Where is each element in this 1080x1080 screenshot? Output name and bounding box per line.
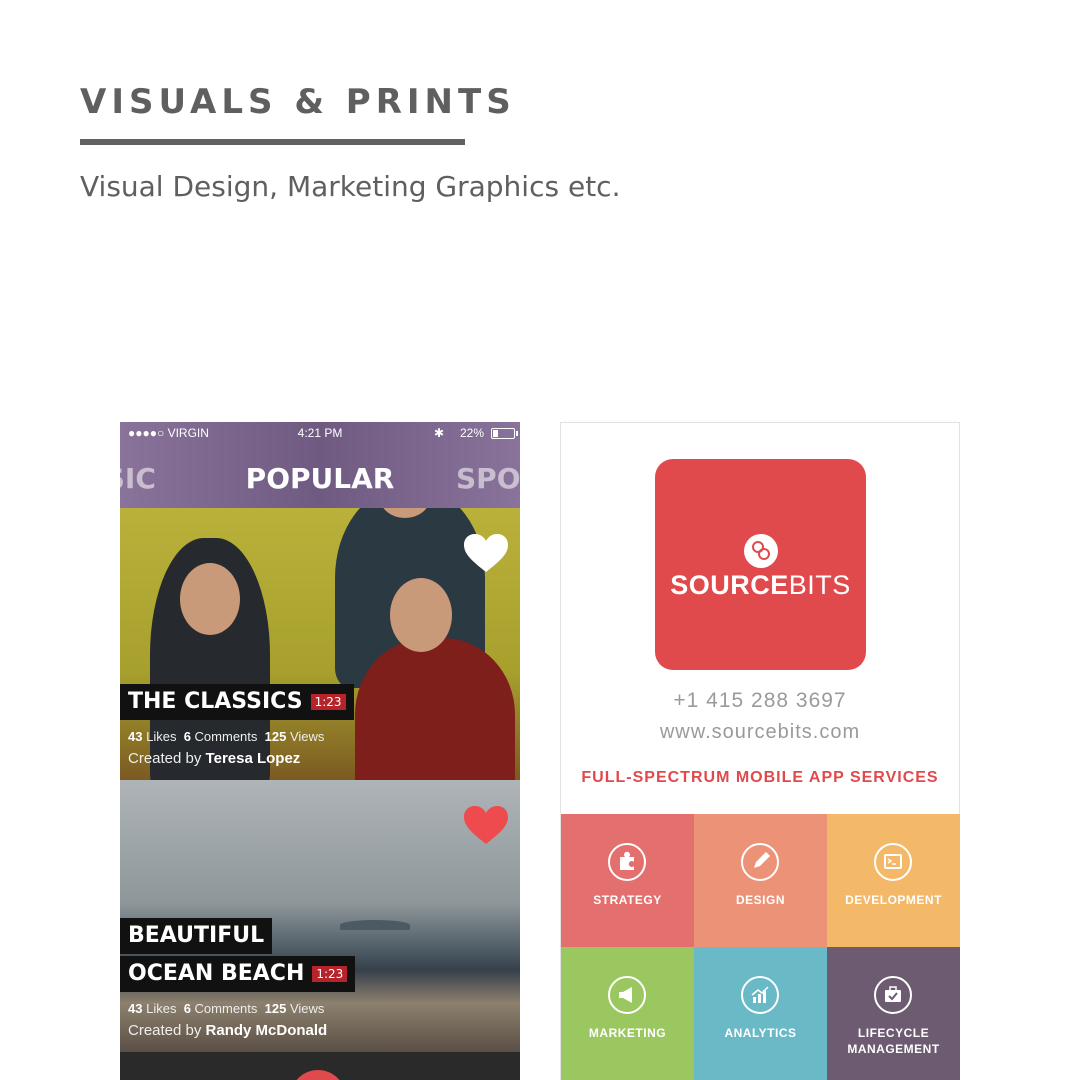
card-title: THE CLASSICS 1:23 (120, 684, 354, 720)
photo-figure (180, 563, 240, 635)
service-tile-design[interactable]: DESIGN (694, 814, 827, 947)
views-count: 125 (264, 1001, 287, 1016)
comments-label: Comments (194, 729, 258, 744)
brand-logo-tile: SOURCEBITS (655, 459, 866, 670)
video-card-partial[interactable] (120, 1052, 520, 1080)
comments-count: 6 (183, 1001, 191, 1016)
chart-icon (741, 976, 779, 1014)
brand-name: SOURCEBITS (655, 570, 866, 601)
section-title: VISUALS & PRINTS (80, 82, 516, 122)
sourcebits-business-card: SOURCEBITS +1 415 288 3697 www.sourcebit… (560, 422, 960, 1080)
terminal-icon (874, 843, 912, 881)
video-card-classics[interactable]: THE CLASSICS 1:23 43 Likes 6 Comments 125… (120, 508, 520, 780)
service-label: LIFECYCLE MANAGEMENT (847, 1026, 940, 1056)
views-label: Views (289, 1001, 325, 1016)
likes-count: 43 (128, 729, 143, 744)
views-count: 125 (264, 729, 287, 744)
comments-count: 6 (183, 729, 191, 744)
puzzle-icon (608, 843, 646, 881)
likes-count: 43 (128, 1001, 143, 1016)
created-by-label: Created by (128, 750, 202, 767)
contact-website[interactable]: www.sourcebits.com (561, 721, 959, 744)
service-label: ANALYTICS (724, 1026, 797, 1040)
card-title-line1: BEAUTIFUL (120, 918, 273, 954)
duration-badge: 1:23 (310, 694, 346, 710)
section-subtitle: Visual Design, Marketing Graphics etc. (80, 170, 621, 203)
likes-label: Likes (146, 729, 177, 744)
service-tile-development[interactable]: DEVELOPMENT (827, 814, 960, 947)
video-card-ocean-beach[interactable]: BEAUTIFUL OCEAN BEACH 1:23 43 Likes 6 Com… (120, 780, 520, 1052)
card-creator: Created by Teresa Lopez (128, 750, 300, 767)
views-label: Views (289, 729, 325, 744)
category-tabs: USIC POPULAR SPO (120, 462, 520, 502)
heart-icon[interactable] (464, 534, 508, 574)
tab-sports[interactable]: SPO (456, 462, 520, 495)
card-creator: Created by Randy McDonald (128, 1022, 327, 1039)
sourcebits-logo-icon (744, 534, 778, 568)
likes-label: Likes (146, 1001, 177, 1016)
photo-figure (390, 578, 452, 652)
service-tile-lifecycle-management[interactable]: LIFECYCLE MANAGEMENT (827, 947, 960, 1080)
card-title-text: THE CLASSICS (128, 689, 303, 714)
island-silhouette (340, 920, 410, 930)
service-label: STRATEGY (593, 893, 662, 907)
card-title-line2: OCEAN BEACH (128, 961, 305, 986)
app-header: ●●●●○ VIRGIN 4:21 PM ✱ 22% USIC POPULAR … (120, 422, 520, 508)
creator-name[interactable]: Teresa Lopez (206, 750, 301, 767)
photo-figure (355, 638, 515, 780)
brand-name-part1: SOURCE (670, 570, 789, 600)
brand-name-part2: BITS (788, 570, 851, 600)
battery-percent: 22% (459, 426, 484, 440)
comments-label: Comments (194, 1001, 258, 1016)
megaphone-icon (608, 976, 646, 1014)
bluetooth-icon: ✱ (433, 426, 444, 440)
service-tile-analytics[interactable]: ANALYTICS (694, 947, 827, 1080)
card-stats: 43 Likes 6 Comments 125 Views (128, 1001, 324, 1016)
brand-tagline: FULL-SPECTRUM MOBILE APP SERVICES (581, 769, 939, 786)
status-bar: ●●●●○ VIRGIN 4:21 PM ✱ 22% (120, 422, 520, 444)
card-stats: 43 Likes 6 Comments 125 Views (128, 729, 324, 744)
briefcase-icon (874, 976, 912, 1014)
service-label: DEVELOPMENT (845, 893, 942, 907)
phone-app-mockup[interactable]: ●●●●○ VIRGIN 4:21 PM ✱ 22% USIC POPULAR … (120, 422, 520, 1080)
creator-name[interactable]: Randy McDonald (206, 1022, 328, 1039)
created-by-label: Created by (128, 1022, 202, 1039)
title-underline (80, 139, 465, 145)
play-button-partial[interactable] (290, 1070, 346, 1080)
contact-phone[interactable]: +1 415 288 3697 (561, 689, 959, 713)
service-label: MARKETING (588, 1026, 667, 1040)
service-tile-strategy[interactable]: STRATEGY (561, 814, 694, 947)
card-title: OCEAN BEACH 1:23 (120, 956, 356, 992)
duration-badge: 1:23 (312, 966, 348, 982)
service-label: DESIGN (735, 893, 785, 907)
pencil-icon (741, 843, 779, 881)
battery-icon (491, 428, 518, 439)
service-tile-marketing[interactable]: MARKETING (561, 947, 694, 1080)
heart-icon[interactable] (464, 806, 508, 846)
